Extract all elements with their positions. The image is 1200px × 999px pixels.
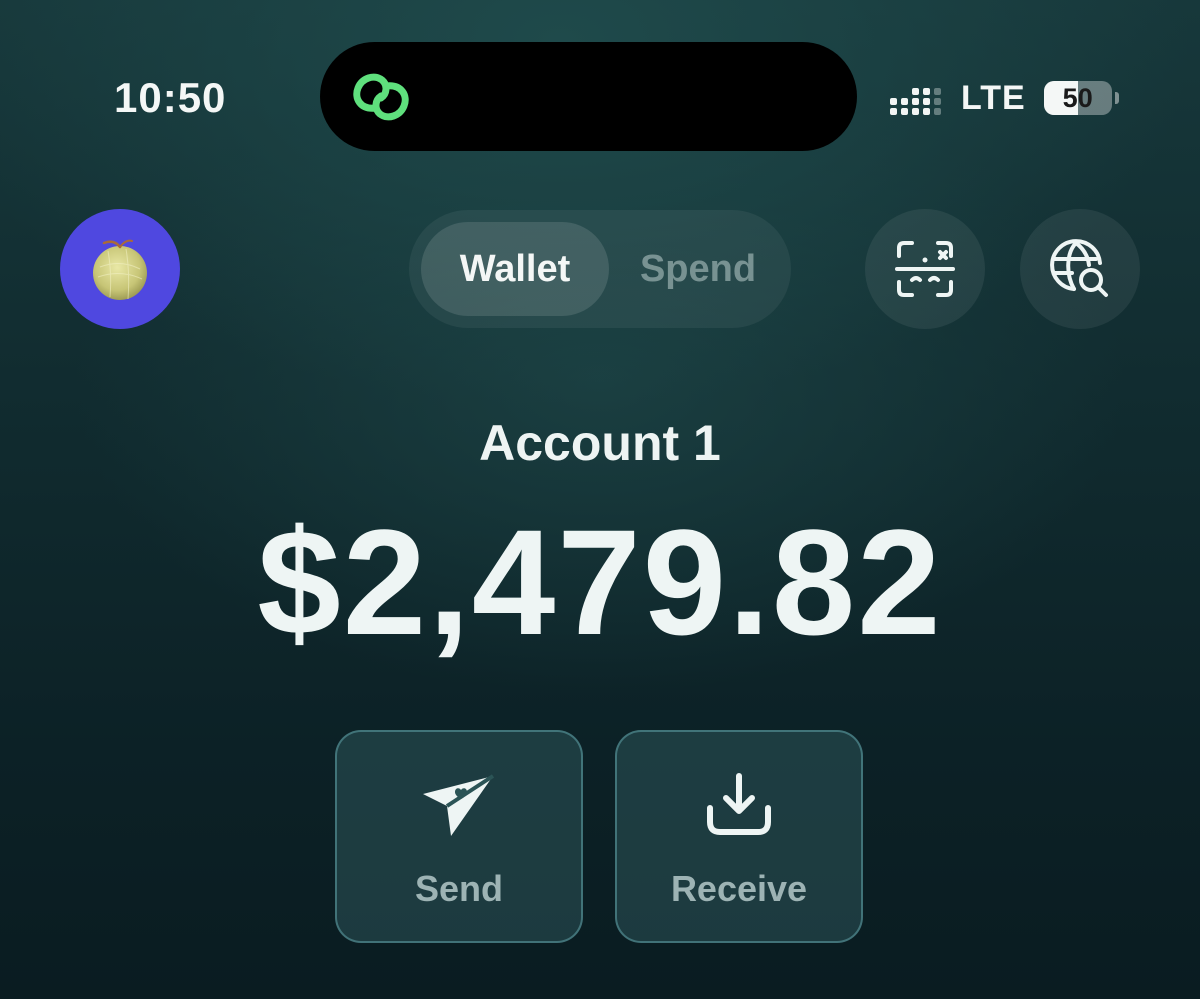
melon-avatar-icon	[93, 239, 147, 300]
browser-button[interactable]	[1020, 209, 1140, 329]
battery-cap	[1114, 92, 1119, 104]
account-name[interactable]: Account 1	[0, 414, 1200, 472]
download-tray-icon	[707, 773, 771, 835]
send-button[interactable]: Send	[335, 730, 583, 943]
avatar[interactable]	[60, 209, 180, 329]
status-indicators: LTE 50	[890, 78, 1119, 118]
globe-search-icon	[1050, 239, 1108, 297]
balance-amount: $2,479.82	[257, 498, 943, 666]
link-rings-icon	[353, 73, 409, 121]
status-time: 10:50	[114, 74, 227, 121]
receive-label: Receive	[670, 868, 808, 909]
scan-icon	[895, 241, 955, 297]
dynamic-island	[320, 42, 857, 151]
receive-button[interactable]: Receive	[615, 730, 863, 943]
send-label: Send	[414, 868, 503, 909]
scan-button[interactable]	[865, 209, 985, 329]
battery-level: 50	[1062, 82, 1093, 113]
network-type: LTE	[961, 78, 1026, 117]
mode-toggle: Wallet Spend	[409, 210, 791, 328]
tab-spend[interactable]: Spend	[609, 222, 787, 316]
battery-icon: 50	[1043, 81, 1112, 115]
cellular-signal-icon	[890, 81, 945, 115]
tab-wallet[interactable]: Wallet	[421, 222, 609, 316]
paper-plane-heart-icon	[423, 774, 495, 836]
